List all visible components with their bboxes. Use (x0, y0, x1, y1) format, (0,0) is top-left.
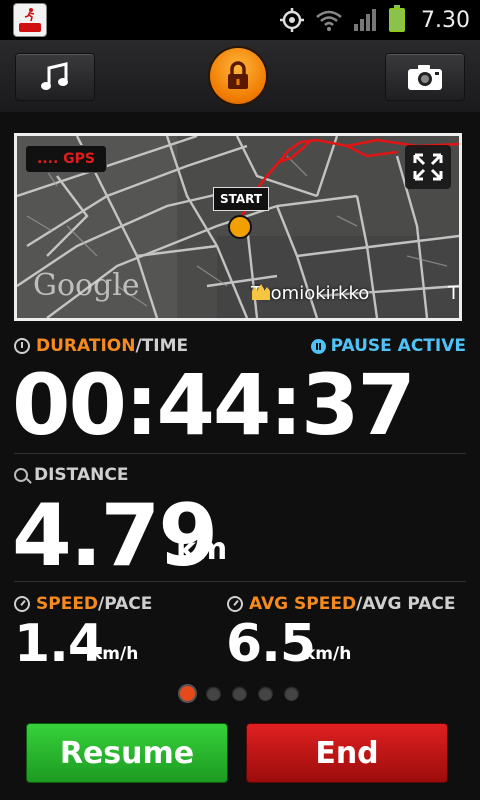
speed-label: SPEED/PACE (14, 594, 152, 614)
page-dot-5[interactable] (284, 686, 299, 701)
google-logo: Google (33, 268, 140, 303)
divider (14, 453, 466, 454)
avg-speed-value: 6.5 (226, 614, 316, 674)
gps-status-badge: .... GPS (25, 145, 107, 173)
expand-map-button[interactable] (405, 145, 451, 189)
duration-value: 00:44:37 (12, 356, 416, 454)
distance-icon (14, 468, 28, 482)
signal-bars-icon (354, 9, 377, 31)
resume-button[interactable]: Resume (26, 723, 228, 783)
distance-label: DISTANCE (14, 465, 128, 485)
clock-icon (14, 338, 30, 354)
duration-label: DURATION/TIME (14, 336, 188, 356)
end-button[interactable]: End (246, 723, 448, 783)
avg-speed-label: AVG SPEED/AVG PACE (227, 594, 455, 614)
wifi-icon (316, 10, 342, 31)
page-dot-1[interactable] (180, 686, 195, 701)
lock-icon (228, 61, 248, 89)
landmark-icon (252, 284, 270, 300)
pause-active-indicator: PAUSE ACTIVE (310, 336, 466, 356)
camera-button[interactable] (385, 53, 465, 101)
distance-unit: km (176, 532, 228, 567)
camera-icon (408, 65, 442, 90)
start-marker-icon (228, 215, 252, 239)
gps-satellite-icon (280, 8, 305, 32)
route-map[interactable]: .... GPS START Google Tuomiokirkko T (14, 133, 462, 321)
music-note-icon (41, 62, 68, 90)
speed-unit: km/h (91, 644, 139, 664)
page-dot-4[interactable] (258, 686, 273, 701)
page-indicator (180, 686, 299, 701)
runner-icon (24, 8, 35, 22)
page-dot-2[interactable] (206, 686, 221, 701)
app-notification-icon (13, 3, 47, 37)
music-button[interactable] (15, 53, 95, 101)
status-time: 7.30 (421, 7, 470, 33)
page-dot-3[interactable] (232, 686, 247, 701)
toolbar (0, 40, 480, 112)
battery-icon (389, 5, 406, 32)
expand-icon (413, 153, 443, 181)
speed-value: 1.4 (14, 614, 104, 674)
status-bar: 7.30 (0, 0, 480, 40)
avg-speed-unit: km/h (304, 644, 352, 664)
pause-icon (310, 338, 326, 354)
status-icons: 7.30 (279, 4, 470, 36)
map-edge-text: T (448, 283, 459, 304)
lock-button[interactable] (210, 48, 266, 104)
start-marker-label: START (213, 187, 270, 211)
divider (14, 581, 466, 582)
poi-tuomiokirkko[interactable]: Tuomiokirkko (251, 283, 369, 304)
speed-gauge-icon (14, 596, 30, 612)
avg-speed-gauge-icon (227, 596, 243, 612)
